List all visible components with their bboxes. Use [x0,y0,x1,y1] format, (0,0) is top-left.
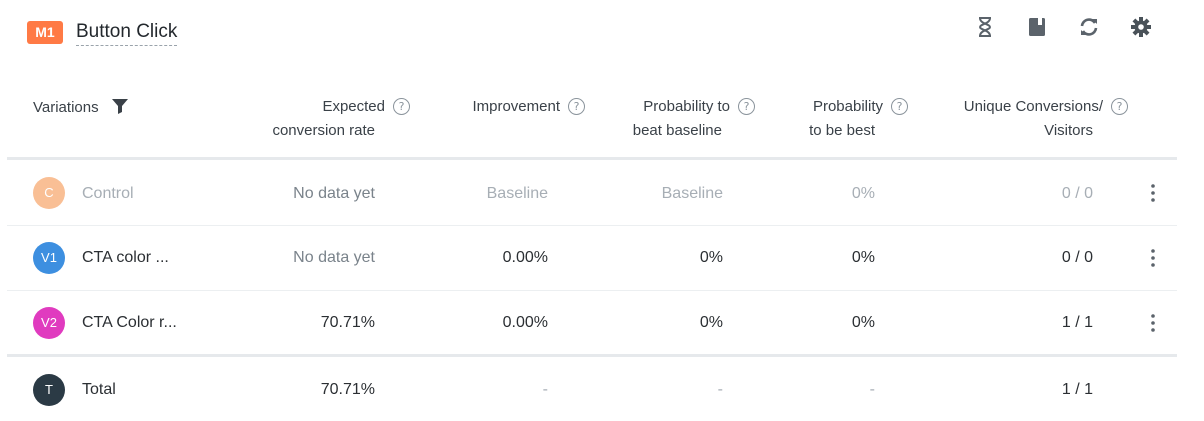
metric-badge: M1 [27,21,63,44]
prob-best-cell: 0% [851,185,875,202]
improvement-cell: - [542,381,548,398]
metric-title[interactable]: Button Click [76,20,178,46]
column-variations: Variations [33,96,129,120]
header-divider [7,157,1177,160]
expected-conversion-cell: No data yet [293,185,375,202]
hourglass-icon[interactable] [972,14,998,40]
refresh-icon[interactable] [1076,14,1102,40]
more-options-icon[interactable] [1143,311,1163,335]
help-icon[interactable]: ? [1111,98,1128,115]
avatar-v2: V2 [33,307,65,339]
table-row-v2[interactable]: V2 CTA Color r... 70.71% 0.00% 0% 0% 1 /… [0,291,1204,355]
column-expected-label-1: Expected [322,98,385,115]
improvement-cell: 0.00% [502,314,548,331]
expected-conversion-cell: 70.71% [320,314,375,331]
unique-conversions-cell: 1 / 1 [1061,381,1093,398]
improvement-cell: Baseline [486,185,548,202]
column-improvement: Improvement? [420,95,585,119]
column-unique-label-2: Visitors [1044,122,1093,139]
prob-best-cell: 0% [851,314,875,331]
column-unique-label-1: Unique Conversions/ [963,98,1103,115]
column-unique-conversions: Unique Conversions/? Visitors [915,95,1128,143]
unique-conversions-cell: 1 / 1 [1061,314,1093,331]
column-prob-best: Probability? to be best [760,95,908,143]
avatar-v1: V1 [33,242,65,274]
help-icon[interactable]: ? [738,98,755,115]
column-prob-beat-label-1: Probability to [643,98,730,115]
filter-icon[interactable] [111,98,129,114]
avatar-total: T [33,374,65,406]
total-label: Total [82,381,116,398]
table-row-v1[interactable]: V1 CTA color ... No data yet 0.00% 0% 0%… [0,226,1204,290]
column-prob-beat-baseline: Probability to? beat baseline [590,95,755,143]
variation-name: CTA Color r... [82,314,177,331]
column-expected-conversion: Expected? conversion rate [250,95,410,143]
column-prob-best-label-1: Probability [812,98,883,115]
variation-name: Control [82,185,134,202]
unique-conversions-cell: 0 / 0 [1061,249,1093,266]
table-row-control[interactable]: C Control No data yet Baseline Baseline … [0,161,1204,225]
expected-conversion-cell: No data yet [293,249,375,266]
prob-beat-baseline-cell: - [717,381,723,398]
header: M1 Button Click [0,0,1204,64]
help-icon[interactable]: ? [891,98,908,115]
more-options-icon[interactable] [1143,246,1163,270]
column-prob-beat-label-2: beat baseline [632,122,722,139]
more-options-icon[interactable] [1143,181,1163,205]
prob-best-cell: 0% [851,249,875,266]
unique-conversions-cell: 0 / 0 [1061,185,1093,202]
prob-best-cell: - [869,381,875,398]
column-expected-label-2: conversion rate [272,122,375,139]
prob-beat-baseline-cell: 0% [699,314,723,331]
book-icon[interactable] [1024,14,1050,40]
avatar-control: C [33,177,65,209]
help-icon[interactable]: ? [568,98,585,115]
column-variations-label: Variations [33,99,99,116]
prob-beat-baseline-cell: 0% [699,249,723,266]
toolbar [972,14,1154,40]
help-icon[interactable]: ? [393,98,410,115]
gear-icon[interactable] [1128,14,1154,40]
column-prob-best-label-2: to be best [809,122,875,139]
column-improvement-label: Improvement [472,98,560,115]
prob-beat-baseline-cell: Baseline [661,185,723,202]
improvement-cell: 0.00% [502,249,548,266]
table-row-total: T Total 70.71% - - - 1 / 1 [0,358,1204,421]
total-divider [7,354,1177,357]
variation-name: CTA color ... [82,249,169,266]
expected-conversion-cell: 70.71% [320,381,375,398]
